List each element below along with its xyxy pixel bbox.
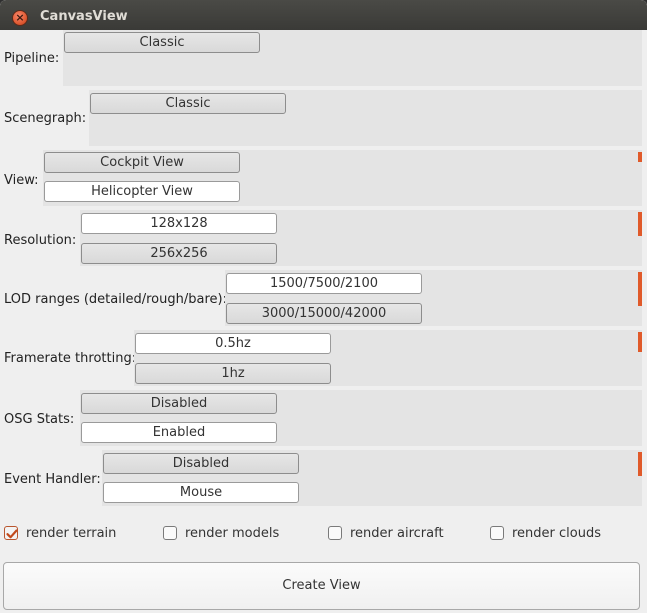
framerate-option-1hz[interactable]: 1hz: [135, 363, 331, 384]
content-area: Pipeline: Classic Scenegraph: Classic Vi…: [0, 30, 647, 613]
framerate-panel: 0.5hz 1hz: [134, 330, 642, 386]
osg-stats-option-disabled[interactable]: Disabled: [81, 393, 277, 414]
osg-stats-panel: Disabled Enabled: [80, 390, 642, 446]
resolution-option-128[interactable]: 128x128: [81, 213, 277, 234]
view-option-helicopter[interactable]: Helicopter View: [44, 181, 240, 202]
osg-stats-row: OSG Stats: Disabled Enabled: [0, 390, 642, 446]
title-bar[interactable]: × CanvasView: [0, 0, 647, 30]
resolution-option-256[interactable]: 256x256: [81, 243, 277, 264]
pipeline-row: Pipeline: Classic: [0, 30, 642, 86]
view-label: View:: [4, 173, 39, 188]
osg-stats-label: OSG Stats:: [4, 412, 75, 427]
window-title: CanvasView: [40, 9, 128, 24]
event-handler-label: Event Handler:: [4, 472, 101, 487]
event-handler-option-disabled[interactable]: Disabled: [103, 453, 299, 474]
render-terrain-label: render terrain: [26, 526, 117, 541]
create-view-button[interactable]: Create View: [3, 562, 640, 610]
lod-row: LOD ranges (detailed/rough/bare): 1500/7…: [0, 270, 642, 326]
scenegraph-row: Scenegraph: Classic: [0, 90, 642, 146]
canvasview-window: × CanvasView Pipeline: Classic Scenegrap…: [0, 0, 647, 613]
pipeline-label: Pipeline:: [4, 51, 60, 66]
close-icon[interactable]: ×: [12, 10, 28, 26]
checkbox-unchecked-icon[interactable]: [490, 526, 504, 540]
resolution-label: Resolution:: [4, 233, 77, 248]
pipeline-option-classic[interactable]: Classic: [64, 32, 260, 53]
event-handler-scroll-indicator: [638, 452, 642, 476]
render-models-label: render models: [185, 526, 280, 541]
event-handler-row: Event Handler: Disabled Mouse: [0, 450, 642, 506]
view-panel: Cockpit View Helicopter View: [43, 150, 642, 206]
lod-option-far[interactable]: 3000/15000/42000: [226, 303, 422, 324]
view-option-cockpit[interactable]: Cockpit View: [44, 152, 240, 173]
event-handler-panel: Disabled Mouse: [102, 450, 642, 506]
resolution-row: Resolution: 128x128 256x256: [0, 210, 642, 266]
framerate-option-05hz[interactable]: 0.5hz: [135, 333, 331, 354]
lod-panel: 1500/7500/2100 3000/15000/42000: [225, 270, 642, 326]
scenegraph-option-classic[interactable]: Classic: [90, 93, 286, 114]
checkbox-unchecked-icon[interactable]: [163, 526, 177, 540]
framerate-row: Framerate throtting: 0.5hz 1hz: [0, 330, 642, 386]
lod-scroll-indicator: [638, 272, 642, 306]
view-row: View: Cockpit View Helicopter View: [0, 150, 642, 206]
view-scroll-indicator: [638, 152, 642, 162]
scenegraph-panel: Classic: [89, 90, 642, 146]
pipeline-panel: Classic: [63, 30, 642, 86]
framerate-label: Framerate throtting:: [4, 351, 137, 366]
render-clouds-label: render clouds: [512, 526, 602, 541]
lod-label: LOD ranges (detailed/rough/bare):: [4, 292, 227, 307]
event-handler-option-mouse[interactable]: Mouse: [103, 482, 299, 503]
resolution-panel: 128x128 256x256: [80, 210, 642, 266]
checkbox-unchecked-icon[interactable]: [328, 526, 342, 540]
render-options: render terrain render models render airc…: [0, 522, 647, 546]
checkbox-checked-icon[interactable]: [4, 526, 18, 540]
lod-option-near[interactable]: 1500/7500/2100: [226, 273, 422, 294]
scenegraph-label: Scenegraph:: [4, 111, 87, 126]
framerate-scroll-indicator: [638, 332, 642, 352]
resolution-scroll-indicator: [638, 212, 642, 236]
osg-stats-option-enabled[interactable]: Enabled: [81, 422, 277, 443]
render-aircraft-label: render aircraft: [350, 526, 444, 541]
